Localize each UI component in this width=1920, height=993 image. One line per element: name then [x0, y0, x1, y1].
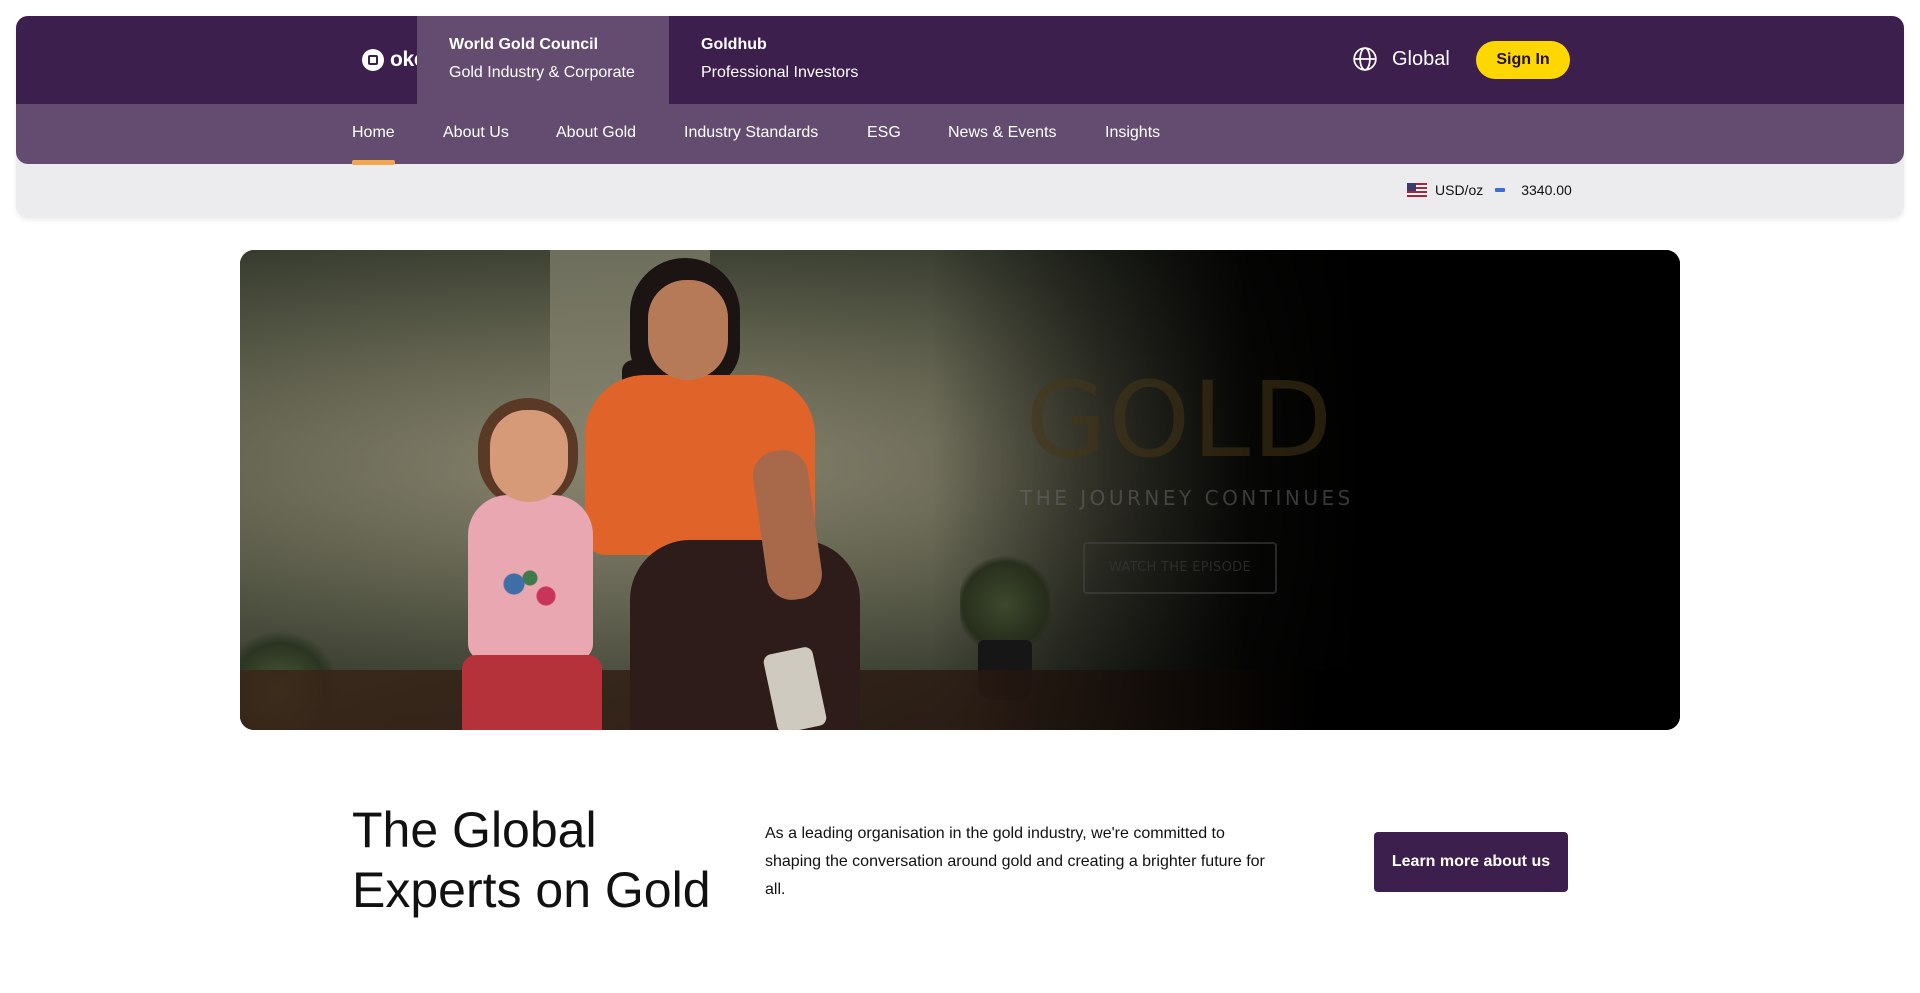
hero-overlay: GOLD THE JOURNEY CONTINUES WATCH THE EPI…: [1020, 359, 1354, 594]
region-label: Global: [1392, 47, 1450, 70]
nav-item-about-gold[interactable]: About Gold: [556, 104, 636, 164]
hero-image: [240, 250, 1680, 730]
okcoin-logo-icon: [362, 49, 384, 71]
hero-banner[interactable]: GOLD THE JOURNEY CONTINUES WATCH THE EPI…: [240, 250, 1680, 730]
top-bar: okcoin World Gold Council Gold Industry …: [16, 16, 1904, 104]
watch-episode-button[interactable]: WATCH THE EPISODE: [1083, 542, 1277, 594]
site-tab-subtitle: Professional Investors: [701, 64, 859, 81]
site-header: okcoin World Gold Council Gold Industry …: [16, 16, 1904, 218]
hero-tagline: THE JOURNEY CONTINUES: [1020, 486, 1354, 510]
nav-item-about-us[interactable]: About Us: [443, 104, 509, 164]
learn-more-button[interactable]: Learn more about us: [1374, 832, 1568, 892]
sign-in-button[interactable]: Sign In: [1476, 41, 1570, 79]
site-tab-goldhub[interactable]: Goldhub Professional Investors: [669, 16, 909, 104]
nav-item-news-events[interactable]: News & Events: [948, 104, 1056, 164]
gold-price-ticker[interactable]: USD/oz 3340.00: [1407, 182, 1572, 198]
gold-price: 3340.00: [1521, 182, 1572, 198]
site-tab-title: Goldhub: [701, 36, 767, 53]
globe-icon: [1353, 47, 1377, 71]
nav-item-industry-standards[interactable]: Industry Standards: [684, 104, 818, 164]
intro-body: As a leading organisation in the gold in…: [765, 825, 1265, 898]
site-tab-world-gold-council[interactable]: World Gold Council Gold Industry & Corpo…: [417, 16, 669, 104]
site-tab-subtitle: Gold Industry & Corporate: [449, 64, 635, 81]
nav-item-home[interactable]: Home: [352, 104, 395, 165]
intro-title: The Global Experts on Gold: [352, 802, 711, 918]
us-flag-icon: [1407, 183, 1427, 197]
nav-item-esg[interactable]: ESG: [867, 104, 901, 164]
price-trend-icon: [1495, 188, 1506, 192]
main-nav: Home About Us About Gold Industry Standa…: [16, 104, 1904, 165]
site-tab-title: World Gold Council: [449, 36, 599, 53]
nav-item-insights[interactable]: Insights: [1105, 104, 1160, 164]
hero-headline: GOLD: [1025, 359, 1335, 481]
region-selector[interactable]: Global: [1352, 46, 1450, 72]
currency-unit: USD/oz: [1435, 182, 1484, 198]
